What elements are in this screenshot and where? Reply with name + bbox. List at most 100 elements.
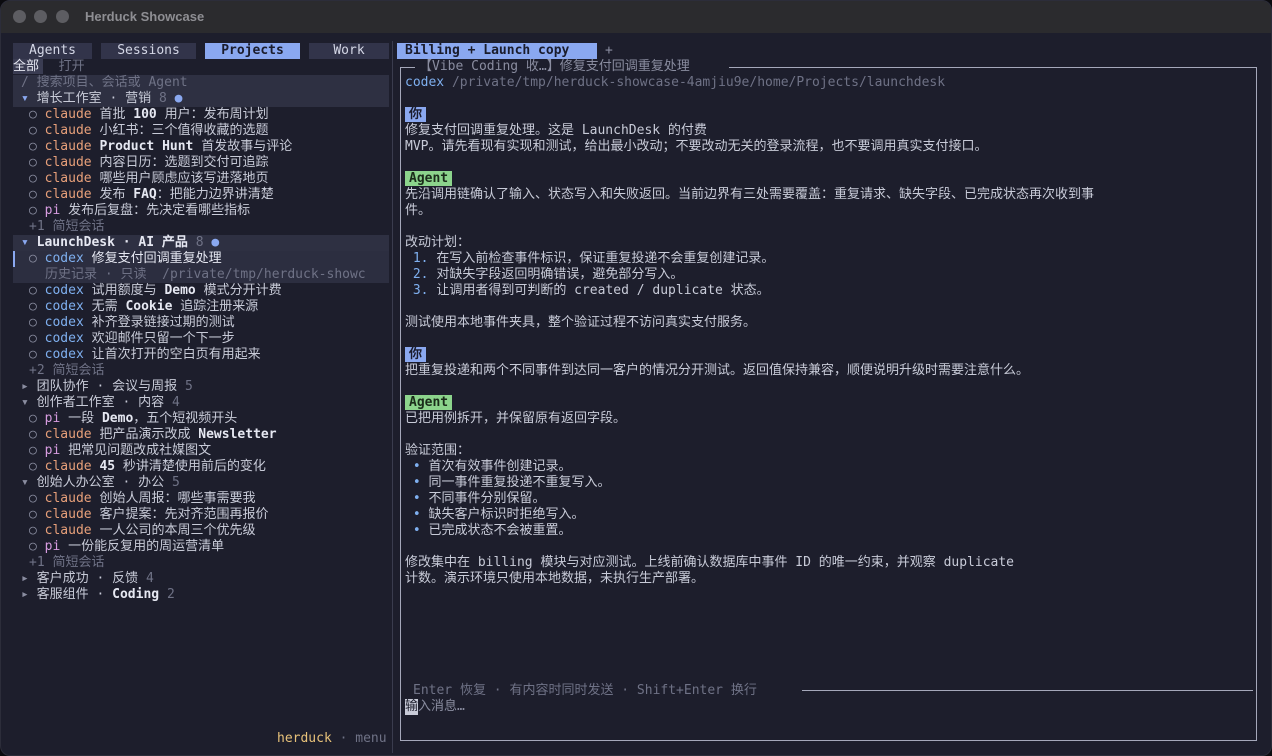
agent-plan-title: 改动计划：	[405, 235, 471, 250]
window-title: Herduck Showcase	[85, 9, 205, 24]
input-hint: Enter 恢复 · 有内容时同时发送 · Shift+Enter 换行	[413, 683, 757, 698]
tab-chat-session[interactable]: Billing + Launch copy	[397, 43, 597, 59]
minimize-window-button[interactable]	[34, 10, 47, 23]
pane-divider[interactable]	[392, 41, 393, 753]
caret-right-icon: ▸	[21, 379, 29, 394]
group-customer[interactable]: ▸ 客户成功 · 反馈 4	[21, 571, 154, 587]
circle-icon: ○	[29, 523, 37, 538]
session-item[interactable]: ○ claude 一人公司的本周三个优先级	[29, 523, 255, 539]
app-window: Herduck Showcase Agents Sessions Project…	[0, 0, 1272, 756]
session-item[interactable]: ○ pi 一份能反复用的周运营清单	[29, 539, 224, 555]
circle-icon: ○	[29, 155, 37, 170]
panel-title: 【Vibe Coding 收…】修复支付回调重复处理	[419, 59, 690, 74]
circle-icon: ○	[29, 187, 37, 202]
agent-message-line: 件。	[405, 203, 432, 218]
selection-marker	[13, 251, 15, 267]
session-item-selected[interactable]: ○ codex 修复支付回调重复处理	[29, 251, 222, 267]
bullet-icon: •	[412, 507, 421, 522]
session-item[interactable]: ○ codex 无需 Cookie 追踪注册来源	[29, 299, 258, 315]
circle-icon: ○	[29, 491, 37, 506]
group-growth[interactable]: ▾ 增长工作室 · 营销 8 ●	[21, 91, 182, 107]
session-item[interactable]: ○ claude 内容日历：选题到交付可追踪	[29, 155, 268, 171]
group-founder[interactable]: ▾ 创始人办公室 · 办公 5	[21, 475, 180, 491]
circle-icon: ○	[29, 459, 37, 474]
session-item[interactable]: ○ claude 客户提案：先对齐范围再报价	[29, 507, 268, 523]
text-cursor: 输	[405, 699, 419, 715]
circle-icon: ○	[29, 251, 37, 266]
circle-icon: ○	[29, 123, 37, 138]
scope-bullet: • 缺失客户标识时拒绝写入。	[412, 507, 585, 522]
session-path: codex /private/tmp/herduck-showcase-4amj…	[405, 75, 946, 90]
session-item[interactable]: ○ claude Product Hunt 首发故事与评论	[29, 139, 292, 155]
caret-right-icon: ▸	[21, 587, 29, 602]
bullet-icon: •	[412, 491, 421, 506]
zoom-window-button[interactable]	[56, 10, 69, 23]
circle-icon: ○	[29, 107, 37, 122]
bullet-icon: •	[412, 475, 421, 490]
circle-icon: ○	[29, 539, 37, 554]
session-item[interactable]: ○ claude 首批 100 用户：发布周计划	[29, 107, 269, 123]
circle-icon: ○	[29, 507, 37, 522]
search-input[interactable]: / 搜索项目、会话或 Agent	[21, 75, 188, 91]
plan-item: 1. 在写入前检查事件标识，保证重复投递不会重复创建记录。	[412, 251, 775, 266]
more-sessions[interactable]: +1 简短会话	[29, 555, 104, 571]
agent-scope-title: 验证范围：	[405, 443, 471, 458]
session-item[interactable]: ○ claude 小红书：三个值得收藏的选题	[29, 123, 268, 139]
session-item[interactable]: ○ claude 把产品演示改成 Newsletter	[29, 427, 277, 443]
tab-sessions[interactable]: Sessions	[101, 43, 196, 59]
bullet-icon: •	[412, 523, 421, 538]
menu-button[interactable]: menu	[355, 731, 386, 746]
session-item[interactable]: ○ codex 让首次打开的空白页有用起来	[29, 347, 261, 363]
filter-bar: 全部 打开	[13, 59, 85, 75]
session-item[interactable]: ○ pi 一段 Demo，五个短视频开头	[29, 411, 237, 427]
plan-item: 3. 让调用者得到可判断的 created / duplicate 状态。	[412, 283, 770, 298]
scope-bullet: • 同一事件重复投递不重复写入。	[412, 475, 611, 490]
circle-icon: ○	[29, 283, 37, 298]
circle-icon: ○	[29, 299, 37, 314]
session-item[interactable]: ○ pi 把常见问题改成社媒图文	[29, 443, 211, 459]
filter-open[interactable]: 打开	[59, 59, 85, 74]
more-sessions[interactable]: +2 简短会话	[29, 363, 104, 379]
session-item[interactable]: ○ codex 试用额度与 Demo 模式分开计费	[29, 283, 282, 299]
circle-icon: ○	[29, 171, 37, 186]
session-item[interactable]: ○ claude 45 秒讲清楚使用前后的变化	[29, 459, 266, 475]
user-label: 你	[405, 107, 427, 123]
circle-icon: ○	[29, 411, 37, 426]
unread-dot-icon: ●	[211, 235, 220, 250]
session-item-subtitle: 历史记录 · 只读 /private/tmp/herduck-showc	[45, 267, 366, 282]
agent-message-line: 修改集中在 billing 模块与对应测试。上线前确认数据库中事件 ID 的唯一…	[405, 555, 1015, 570]
caret-down-icon: ▾	[21, 475, 29, 490]
agent-message-line: 计数。演示环境只使用本地数据，未执行生产部署。	[405, 571, 705, 586]
filter-all[interactable]: 全部	[13, 59, 44, 74]
message-input[interactable]: 输入消息…	[405, 699, 465, 715]
group-launchdesk[interactable]: ▾ LaunchDesk · AI 产品 8 ●	[21, 235, 219, 251]
session-item[interactable]: ○ pi 发布后复盘：先决定看哪些指标	[29, 203, 250, 219]
caret-down-icon: ▾	[21, 235, 29, 250]
circle-icon: ○	[29, 203, 37, 218]
session-item[interactable]: ○ codex 补齐登录链接过期的测试	[29, 315, 235, 331]
tab-work[interactable]: Work	[309, 43, 389, 59]
caret-right-icon: ▸	[21, 571, 29, 586]
session-item[interactable]: ○ claude 哪些用户顾虑应该写进落地页	[29, 171, 268, 187]
more-sessions[interactable]: +1 简短会话	[29, 219, 104, 235]
scope-bullet: • 不同事件分别保留。	[412, 491, 546, 506]
tab-projects[interactable]: Projects	[205, 43, 300, 59]
group-support[interactable]: ▸ 客服组件 · Coding 2	[21, 587, 175, 603]
scope-bullet: • 已完成状态不会被重置。	[412, 523, 572, 538]
group-team[interactable]: ▸ 团队协作 · 会议与周报 5	[21, 379, 193, 395]
close-window-button[interactable]	[13, 10, 26, 23]
circle-icon: ○	[29, 427, 37, 442]
circle-icon: ○	[29, 139, 37, 154]
agent-message-line: 已把用例拆开，并保留原有返回字段。	[405, 411, 627, 426]
scope-bullet: • 首次有效事件创建记录。	[412, 459, 572, 474]
group-creator[interactable]: ▾ 创作者工作室 · 内容 4	[21, 395, 180, 411]
session-item[interactable]: ○ claude 创始人周报：哪些事需要我	[29, 491, 255, 507]
sidebar-footer: herduck · menu	[277, 731, 387, 746]
unread-dot-icon: ●	[174, 91, 183, 106]
add-tab-button[interactable]: +	[605, 43, 613, 59]
tab-agents[interactable]: Agents	[13, 43, 92, 59]
session-item[interactable]: ○ codex 欢迎邮件只留一个下一步	[29, 331, 235, 347]
circle-icon: ○	[29, 331, 37, 346]
bullet-icon: •	[412, 459, 421, 474]
session-item[interactable]: ○ claude 发布 FAQ：把能力边界讲清楚	[29, 187, 274, 203]
